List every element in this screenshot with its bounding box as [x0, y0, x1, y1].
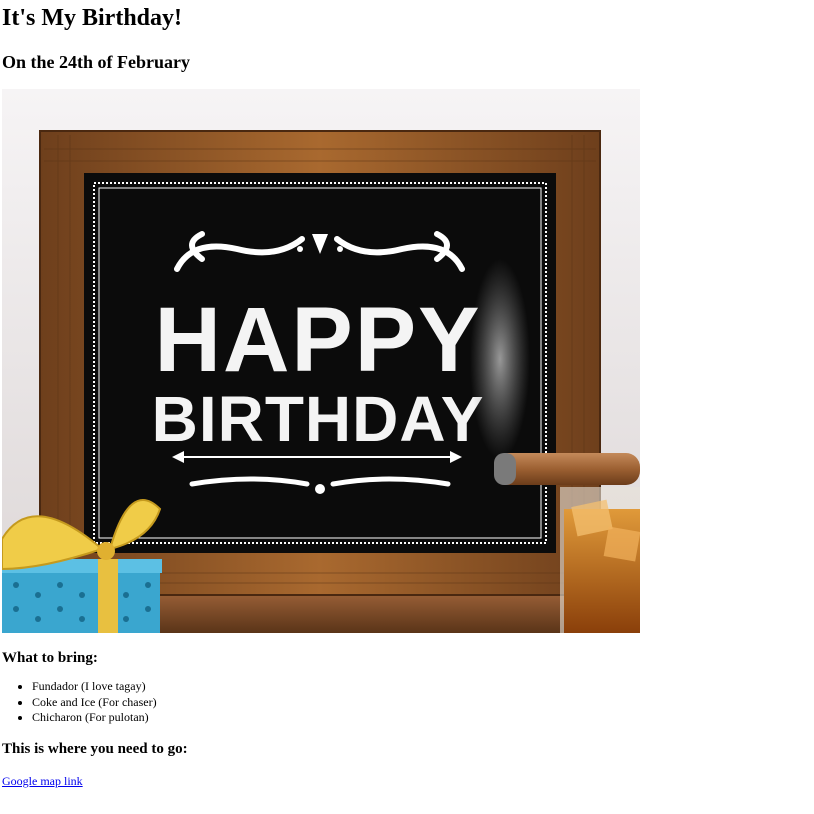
list-item: Fundador (I love tagay)	[32, 679, 814, 695]
birthday-image: HAPPY BIRTHDAY	[2, 89, 640, 633]
google-map-link[interactable]: Google map link	[2, 774, 83, 788]
list-item: Coke and Ice (For chaser)	[32, 695, 814, 711]
bring-heading: What to bring:	[2, 650, 98, 666]
board-text-birthday: BIRTHDAY	[152, 383, 485, 455]
map-link-paragraph: Google map link	[2, 774, 814, 789]
board-text-happy: HAPPY	[155, 289, 482, 391]
page-title: It's My Birthday!	[2, 5, 182, 31]
list-item: Chicharon (For pulotan)	[32, 710, 814, 726]
location-heading: This is where you need to go:	[2, 740, 188, 757]
bring-list: Fundador (I love tagay) Coke and Ice (Fo…	[2, 679, 814, 726]
page-subtitle: On the 24th of February	[2, 52, 190, 72]
